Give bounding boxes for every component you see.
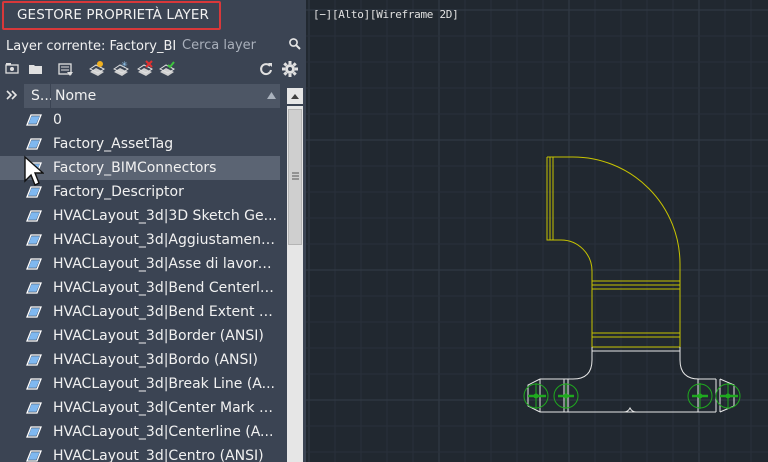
layer-name: HVACLayout_3d|Centerline (A... [53,424,274,440]
layer-name: HVACLayout_3d|Bend Extent (... [53,304,277,320]
layer-row[interactable]: HVACLayout_3d|Aggiustament... [0,228,280,252]
layer-row[interactable]: HVACLayout_3d|Centerline (A... [0,420,280,444]
layer-status-icon [26,306,42,318]
layer-status-icon [26,330,42,342]
layer-name: HVACLayout_3d|Bend Centerli... [53,280,277,296]
connector-markers [523,383,741,409]
layer-name: Factory_BIMConnectors [53,160,217,176]
layer-status-icon [26,450,42,462]
refresh-icon[interactable] [257,60,275,78]
layer-name: HVACLayout_3d|Centro (ANSI) [53,448,264,462]
scroll-grip-icon [292,172,299,180]
new-property-filter-icon[interactable] [4,60,22,78]
layer-states-manager-icon[interactable] [57,60,75,78]
layer-status-icon [26,210,42,222]
layer-row[interactable]: HVACLayout_3d|Center Mark (... [0,396,280,420]
layer-status-icon [26,402,42,414]
new-layer-vp-frozen-icon[interactable]: ✳ [112,60,130,78]
layer-status-icon [26,426,42,438]
layer-properties-manager-panel: GESTORE PROPRIETÀ LAYER Layer corrente: … [0,0,306,462]
scroll-up-arrow-icon [291,94,299,99]
layer-list-scrollbar[interactable] [284,84,306,462]
layer-row[interactable]: 0 [0,108,280,132]
layer-name: HVACLayout_3d|Break Line (A... [53,376,275,392]
layer-row[interactable]: HVACLayout_3d|Centro (ANSI) [0,444,280,462]
svg-text:✳: ✳ [121,60,128,69]
settings-gear-icon[interactable] [281,60,299,78]
duct-drawing [523,156,741,413]
layer-status-icon [26,114,42,126]
new-group-filter-icon[interactable] [27,60,45,78]
viewport-controls-label[interactable]: [−][Alto][Wireframe 2D] [313,8,459,21]
layer-toolbar: ✳ [0,58,306,80]
layer-row[interactable]: HVACLayout_3d|Border (ANSI) [0,324,280,348]
layer-row[interactable]: Factory_AssetTag [0,132,280,156]
current-layer-label: Layer corrente: Factory_BIMConnectors [6,39,178,54]
layer-status-icon [26,354,42,366]
layer-status-icon [26,186,42,198]
layer-name: HVACLayout_3d|3D Sketch Ge... [53,208,277,224]
layer-row[interactable]: HVACLayout_3d|Bend Centerli... [0,276,280,300]
column-header-status[interactable]: S... [24,84,53,108]
search-icon[interactable] [288,37,302,51]
layer-row[interactable]: HVACLayout_3d|3D Sketch Ge... [0,204,280,228]
scroll-up-button[interactable] [287,88,303,104]
set-current-layer-icon[interactable] [158,60,176,78]
drawing-viewport[interactable]: [−][Alto][Wireframe 2D] [306,0,768,462]
layer-name: 0 [53,112,62,128]
layer-name: HVACLayout_3d|Center Mark (... [53,400,277,416]
layer-name: HVACLayout_3d|Border (ANSI) [53,328,264,344]
layer-status-icon [26,378,42,390]
layer-row[interactable]: HVACLayout_3d|Bend Extent (... [0,300,280,324]
layer-list-header: S... Nome [0,84,306,108]
duct-tee-geometry [527,347,735,413]
search-input[interactable] [176,34,288,56]
column-header-name[interactable]: Nome [51,84,280,108]
column-header-name-label: Nome [55,88,97,104]
mouse-pointer-icon [24,155,44,186]
expand-chevrons-icon[interactable] [4,87,20,103]
layer-status-icon [26,282,42,294]
layer-name: HVACLayout_3d|Asse di lavoro... [53,256,277,272]
layer-name: HVACLayout_3d|Aggiustament... [53,232,277,248]
duct-elbow-geometry [546,156,681,348]
layer-name: Factory_AssetTag [53,136,174,152]
layer-status-icon [26,138,42,150]
new-layer-icon[interactable] [88,60,106,78]
scroll-thumb[interactable] [288,109,302,245]
panel-title[interactable]: GESTORE PROPRIETÀ LAYER [2,1,221,30]
search-box[interactable] [176,34,306,56]
layer-row[interactable]: HVACLayout_3d|Break Line (A... [0,372,280,396]
delete-layer-icon[interactable] [136,60,154,78]
sort-ascending-icon [267,92,276,99]
layer-row[interactable]: HVACLayout_3d|Bordo (ANSI) [0,348,280,372]
layer-name: Factory_Descriptor [53,184,184,200]
layer-status-icon [26,234,42,246]
layer-row[interactable]: HVACLayout_3d|Asse di lavoro... [0,252,280,276]
layer-name: HVACLayout_3d|Bordo (ANSI) [53,352,258,368]
layer-status-icon [26,258,42,270]
